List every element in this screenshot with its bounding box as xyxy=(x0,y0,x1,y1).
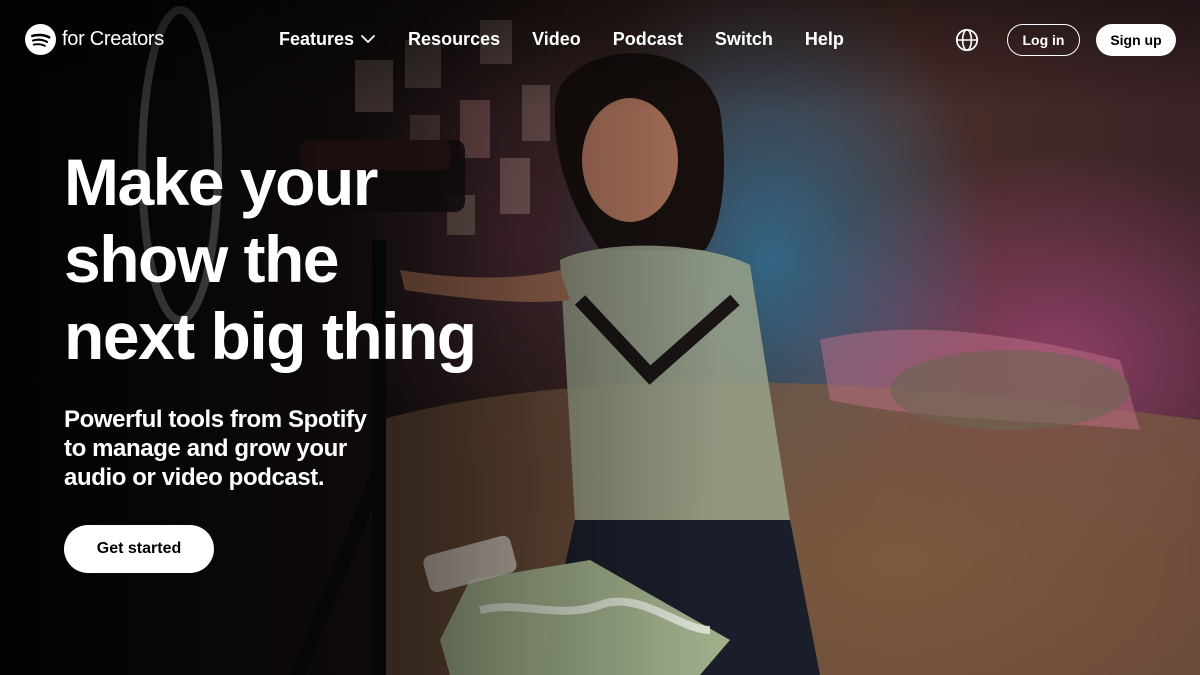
nav-item-label: Help xyxy=(804,29,844,49)
nav-item-label: Features xyxy=(279,29,355,49)
chevron-down-icon xyxy=(361,35,375,43)
nav-item-label: Switch xyxy=(714,29,773,49)
nav-item-label: Podcast xyxy=(612,29,683,49)
hero-headline-line: next big thing xyxy=(64,299,477,373)
nav-item-features[interactable]: Features xyxy=(279,27,376,51)
nav-links: Features Resources Video Podcast Switch … xyxy=(279,27,844,51)
brand-logo[interactable]: for Creators xyxy=(25,24,164,55)
hero-headline-line: show the xyxy=(64,222,340,296)
hero-subheadline: Powerful tools from Spotify to manage an… xyxy=(64,405,424,492)
globe-icon[interactable] xyxy=(955,28,979,52)
nav-item-help[interactable]: Help xyxy=(805,27,844,51)
nav-item-podcast[interactable]: Podcast xyxy=(613,27,683,51)
nav-item-video[interactable]: Video xyxy=(532,27,581,51)
hero-headline-line: Make your xyxy=(64,145,378,219)
hero-subheadline-line: Powerful tools from Spotify xyxy=(64,406,367,433)
nav-item-label: Video xyxy=(532,29,581,49)
signup-button[interactable]: Sign up xyxy=(1096,24,1176,56)
brand-logo-text: for Creators xyxy=(62,28,164,50)
spotify-logo-icon xyxy=(25,24,56,55)
nav-item-switch[interactable]: Switch xyxy=(715,27,773,51)
hero-subheadline-line: to manage and grow your xyxy=(64,435,347,462)
top-navigation: for Creators Features Resources Video Po… xyxy=(0,0,1200,80)
get-started-button[interactable]: Get started xyxy=(64,525,214,573)
login-button[interactable]: Log in xyxy=(1007,24,1080,56)
hero-section: for Creators Features Resources Video Po… xyxy=(0,0,1200,675)
hero-subheadline-line: audio or video podcast. xyxy=(64,464,325,491)
nav-item-label: Resources xyxy=(408,29,501,49)
nav-item-resources[interactable]: Resources xyxy=(408,27,500,51)
hero-headline: Make your show the next big thing xyxy=(64,144,584,375)
